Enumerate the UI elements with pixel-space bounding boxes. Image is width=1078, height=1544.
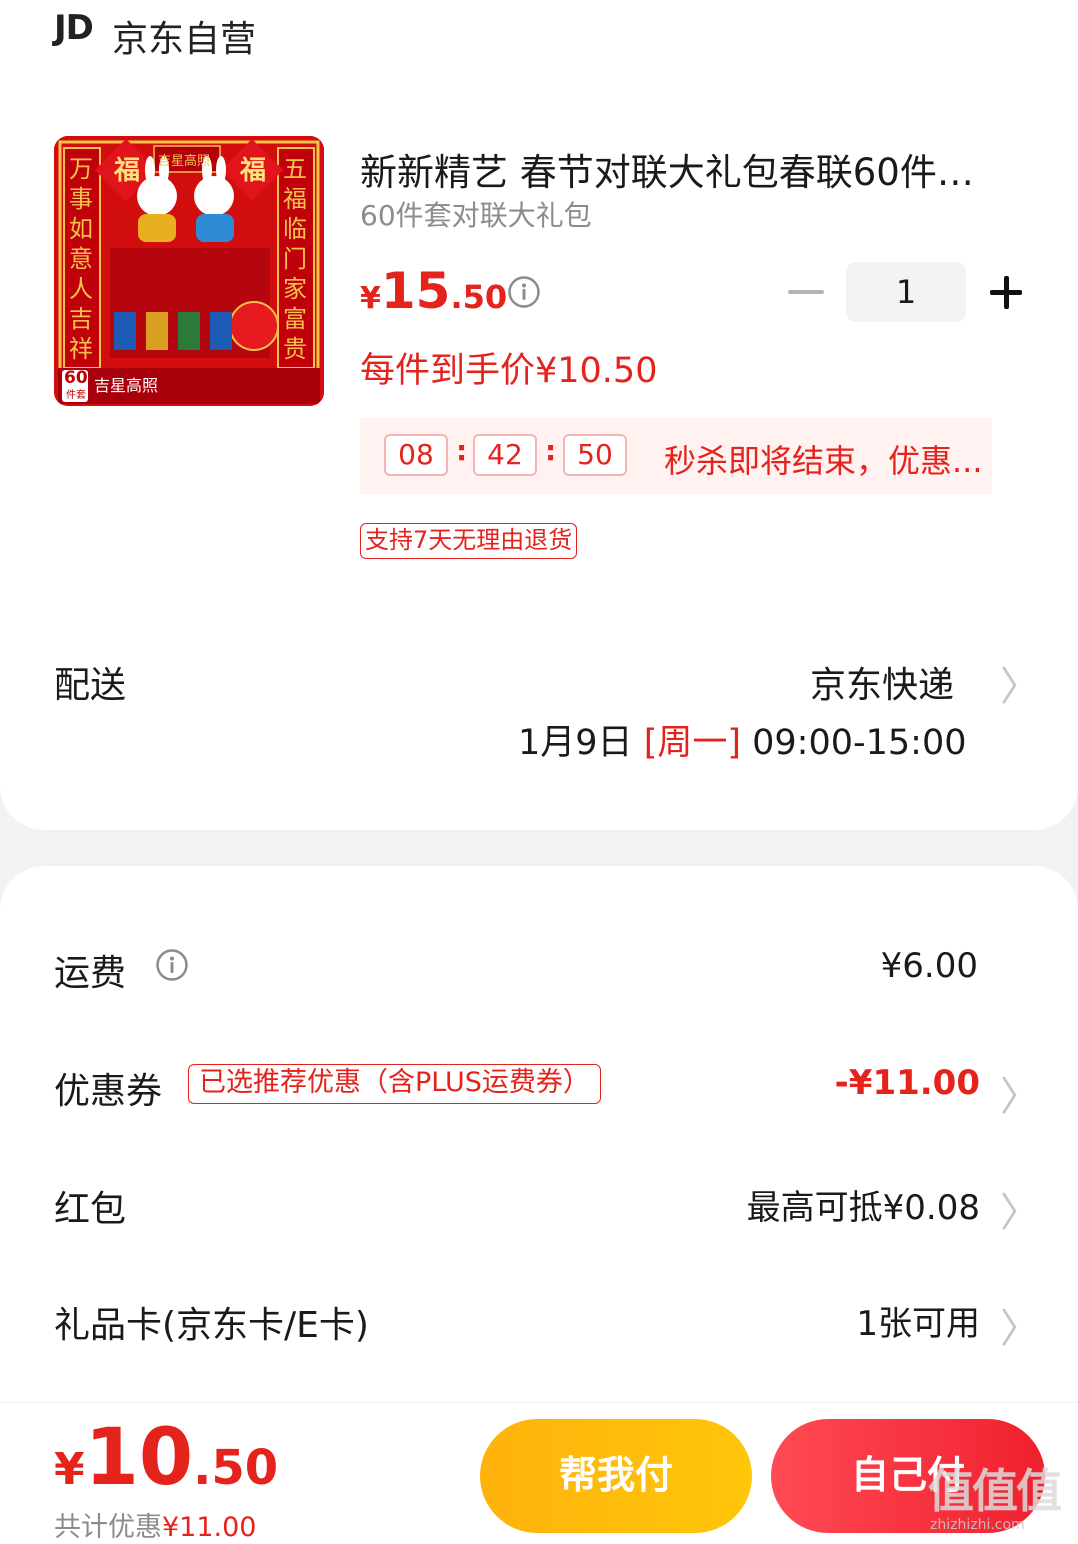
delivery-weekday: [周一]: [643, 723, 741, 763]
chevron-right-icon[interactable]: 〉: [1000, 1180, 1040, 1238]
product-title[interactable]: 新新精艺 春节对联大礼包春联60件套礼盒装: [360, 142, 1010, 196]
delivery-method[interactable]: 京东快递: [810, 656, 954, 708]
chevron-right-icon[interactable]: 〉: [1000, 1064, 1040, 1122]
coupon-label: 优惠券: [54, 1071, 163, 1112]
quantity-increase-button-bar[interactable]: [1004, 276, 1009, 309]
countdown-seconds: 50: [563, 434, 627, 476]
image-brand: 吉星高照: [94, 376, 159, 395]
delivery-time-range: 09:00-15:00: [752, 723, 967, 763]
quantity-decrease-button[interactable]: [788, 290, 824, 294]
savings-label: 共计优惠: [54, 1512, 162, 1543]
price-symbol: ¥: [360, 281, 381, 316]
countdown-separator: :: [545, 434, 557, 467]
total-price: ¥10.50: [54, 1413, 278, 1503]
image-top-text: 吉星高照: [158, 154, 211, 169]
total-savings: 共计优惠¥11.00: [54, 1505, 256, 1544]
image-fu-right: 福: [240, 156, 267, 186]
countdown-minutes: 42: [473, 434, 537, 476]
red-packet-label: 红包: [54, 1189, 127, 1230]
image-fu-left: 福: [114, 156, 141, 186]
shipping-fee-value: ¥6.00: [880, 946, 978, 986]
return-policy-tag: 支持7天无理由退货: [360, 523, 578, 559]
shipping-info-icon[interactable]: [155, 948, 189, 982]
delivery-date: 1月9日: [518, 723, 633, 763]
product-image[interactable]: 60 件套 吉星高照 吉星高照 万事如意人吉祥 五福临门家富贵 福 福: [54, 136, 324, 406]
product-spec[interactable]: 60件套对联大礼包: [360, 194, 592, 234]
quantity-input[interactable]: 1: [846, 262, 966, 322]
delivery-label: 配送: [54, 665, 127, 706]
coupon-tag[interactable]: 已选推荐优惠（含PLUS运费券）: [188, 1064, 601, 1104]
red-packet-value[interactable]: 最高可抵¥0.08: [747, 1180, 980, 1229]
total-symbol: ¥: [54, 1444, 85, 1495]
flash-sale-bar: 08 : 42 : 50 秒杀即将结束，优惠...: [360, 418, 992, 494]
price-decimal: .50: [450, 278, 508, 316]
image-badge-sub: 件套: [66, 390, 86, 401]
gift-card-label: 礼品卡(京东卡/E卡): [54, 1305, 369, 1346]
flash-sale-text: 秒杀即将结束，优惠...: [664, 442, 983, 480]
jd-logo: JD: [54, 8, 94, 48]
unit-price-text: 每件到手价¥10.50: [360, 351, 658, 391]
delivery-time[interactable]: 1月9日 [周一] 09:00-15:00: [518, 714, 967, 765]
countdown-separator: :: [456, 434, 468, 467]
watermark-url: zhizhizhi.com: [930, 1517, 1025, 1533]
image-right-couplet: 五福临门家富贵: [283, 155, 307, 363]
shipping-fee-label: 运费: [54, 953, 127, 994]
price-info-icon[interactable]: [507, 275, 541, 309]
image-badge: 60: [64, 368, 88, 388]
price-integer: 15: [380, 262, 451, 320]
chevron-right-icon[interactable]: 〉: [1000, 654, 1040, 712]
countdown-hours: 08: [384, 434, 448, 476]
gift-card-value[interactable]: 1张可用: [856, 1296, 980, 1345]
savings-amount: ¥11.00: [162, 1512, 257, 1543]
help-me-pay-button[interactable]: 帮我付: [480, 1419, 752, 1533]
image-left-couplet: 万事如意人吉祥: [69, 155, 93, 363]
total-integer: 10: [84, 1413, 194, 1503]
shop-name[interactable]: 京东自营: [112, 10, 256, 62]
checkout-bar: ¥10.50 共计优惠¥11.00 帮我付 自己付 值值值 zhizhizhi.…: [0, 1402, 1078, 1544]
chevron-right-icon[interactable]: 〉: [1000, 1296, 1040, 1354]
total-decimal: .50: [193, 1440, 279, 1496]
coupon-value[interactable]: -¥11.00: [835, 1063, 980, 1103]
watermark-logo: 值值值: [928, 1464, 1062, 1518]
product-price: ¥15.50: [360, 262, 507, 320]
